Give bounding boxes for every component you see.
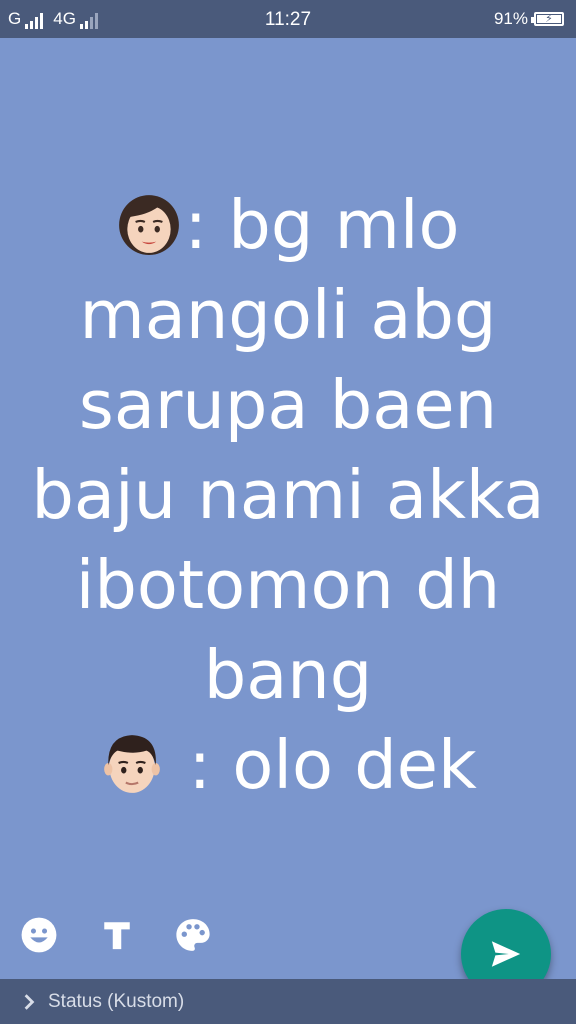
send-icon	[491, 941, 521, 967]
recipient-label: Status (Kustom)	[48, 990, 185, 1012]
text-line-3: sarupa baen	[78, 366, 498, 444]
emoji-button[interactable]	[20, 916, 60, 956]
recipient-bar[interactable]: Status (Kustom)	[0, 979, 576, 1024]
text-line-4: baju nami akka	[31, 456, 545, 534]
smiley-icon	[21, 917, 57, 953]
status-text[interactable]: : bg mlo mangoli abg sarupa baen baju na…	[20, 180, 556, 810]
battery-indicator: 91% ⚡	[494, 9, 564, 29]
text-line-1: : bg mlo	[20, 180, 556, 270]
text-style-button[interactable]	[100, 916, 140, 956]
system-status-bar: G 4G 11:27 91% ⚡	[0, 0, 576, 38]
text-icon	[104, 922, 130, 950]
text-line-6: bang	[203, 636, 373, 714]
battery-percent: 91%	[493, 9, 528, 28]
text-line-7: : olo dek	[20, 720, 556, 810]
text-line-2: mangoli abg	[79, 276, 497, 354]
man-face-emoji	[104, 735, 161, 793]
clock: 11:27	[264, 9, 312, 30]
palette-icon	[176, 919, 210, 951]
chevron-right-icon	[24, 993, 35, 1010]
text-line-5: ibotomon dh	[75, 546, 501, 624]
color-palette-button[interactable]	[174, 916, 214, 956]
battery-icon: ⚡	[531, 12, 564, 26]
status-canvas[interactable]: : bg mlo mangoli abg sarupa baen baju na…	[0, 38, 576, 978]
woman-face-emoji	[119, 195, 180, 255]
